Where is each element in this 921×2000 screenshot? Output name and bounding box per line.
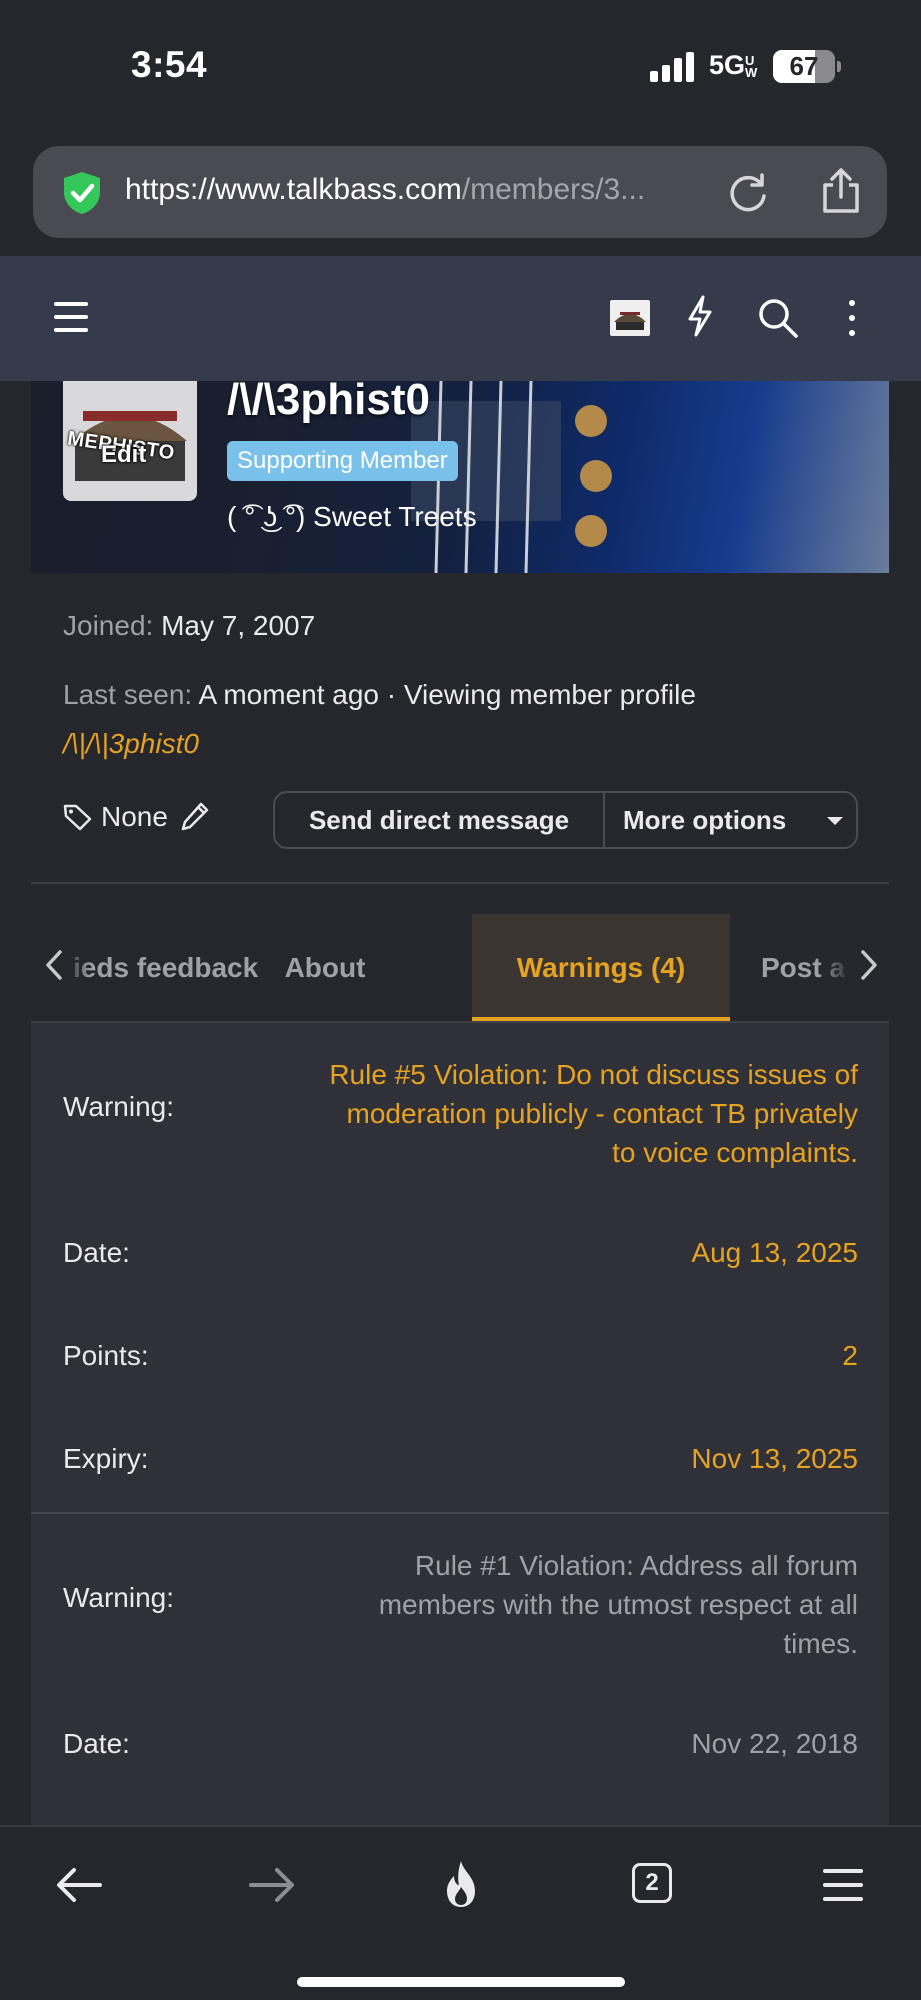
forward-arrow-icon[interactable] <box>243 1857 299 1913</box>
battery-level: 67 <box>789 51 819 81</box>
tabs-count-icon[interactable]: 2 <box>626 1857 682 1913</box>
warning-reason[interactable]: Rule #5 Violation: Do not discuss issues… <box>329 1055 858 1172</box>
member-badge: Supporting Member <box>227 441 458 481</box>
points-label: Points: <box>63 1340 149 1371</box>
profile-banner: MEPHISTO Edit /\/\3phist0 Supporting Mem… <box>31 381 889 573</box>
address-bar[interactable]: https://www.talkbass.com/members/3... <box>33 146 887 238</box>
custom-title: ( ͡° ͜ʖ ͡°) Sweet Treets <box>227 501 477 532</box>
viewing-profile-link[interactable]: /\|/\|3phist0 <box>63 728 199 760</box>
battery-icon: 67 <box>773 50 835 83</box>
warning-item: Warning: Rule #5 Violation: Do not discu… <box>31 1023 889 1511</box>
warnings-list: Warning: Rule #5 Violation: Do not discu… <box>31 1023 889 1825</box>
back-arrow-icon[interactable] <box>52 1857 108 1913</box>
url-text[interactable]: https://www.talkbass.com/members/3... <box>125 173 645 207</box>
reload-icon[interactable] <box>726 170 770 214</box>
status-bar: 3:54 5GUW 67 <box>0 0 921 135</box>
tab-classifieds-feedback[interactable]: ieds feedback <box>73 914 263 1021</box>
site-header <box>0 256 921 381</box>
pencil-icon[interactable] <box>180 801 210 833</box>
more-vertical-icon[interactable] <box>846 298 858 338</box>
section-divider <box>31 882 889 884</box>
date-label: Date: <box>63 1237 130 1268</box>
lightning-icon[interactable] <box>684 294 716 338</box>
tags-value: None <box>101 801 168 832</box>
tab-warnings[interactable]: Warnings (4) <box>472 914 730 1021</box>
chevron-right-icon[interactable] <box>860 949 878 981</box>
tag-icon <box>63 804 92 831</box>
caret-down-icon <box>827 817 843 825</box>
expiry-label: Expiry: <box>63 1443 149 1474</box>
joined-line: Joined: May 7, 2007 <box>63 610 316 641</box>
account-avatar[interactable] <box>610 300 650 336</box>
tabs-count: 2 <box>645 1869 659 1896</box>
flame-icon[interactable] <box>433 1857 489 1913</box>
warning-reason[interactable]: Rule #1 Violation: Address all forum mem… <box>379 1546 858 1663</box>
warning-expiry: Nov 13, 2025 <box>691 1443 858 1474</box>
warning-label: Warning: <box>63 1091 175 1122</box>
menu-icon[interactable] <box>54 302 88 332</box>
last-seen-line: Last seen: A moment ago · Viewing member… <box>63 679 696 710</box>
home-indicator <box>297 1977 625 1987</box>
profile-avatar[interactable]: MEPHISTO Edit <box>63 381 197 501</box>
search-icon[interactable] <box>756 296 800 340</box>
avatar-edit-label[interactable]: Edit <box>101 441 146 469</box>
warning-item: Warning: Rule #1 Violation: Address all … <box>31 1514 889 1825</box>
warning-label: Warning: <box>63 1582 175 1613</box>
menu-lines-icon[interactable] <box>821 1857 877 1913</box>
profile-username: /\/\3phist0 <box>227 381 430 424</box>
network-label: 5GUW <box>709 50 758 80</box>
warning-date: Nov 22, 2018 <box>691 1728 858 1759</box>
send-direct-message-button[interactable]: Send direct message <box>275 793 605 847</box>
warning-date: Aug 13, 2025 <box>691 1237 858 1268</box>
chevron-left-icon[interactable] <box>45 949 63 981</box>
status-time: 3:54 <box>131 44 208 85</box>
profile-tabs: ieds feedback About Warnings (4) Post a <box>31 905 889 1021</box>
date-label: Date: <box>63 1728 130 1759</box>
browser-toolbar: 2 <box>0 1825 921 2000</box>
cellular-signal-icon <box>650 52 696 82</box>
more-options-button[interactable]: More options <box>607 793 858 847</box>
profile-info: Joined: May 7, 2007 Last seen: A moment … <box>31 573 889 883</box>
shield-check-icon <box>64 172 100 214</box>
tab-about[interactable]: About <box>275 914 375 1021</box>
warning-points: 2 <box>842 1340 858 1371</box>
profile-actions: Send direct message More options <box>273 791 858 849</box>
share-icon[interactable] <box>819 167 863 215</box>
